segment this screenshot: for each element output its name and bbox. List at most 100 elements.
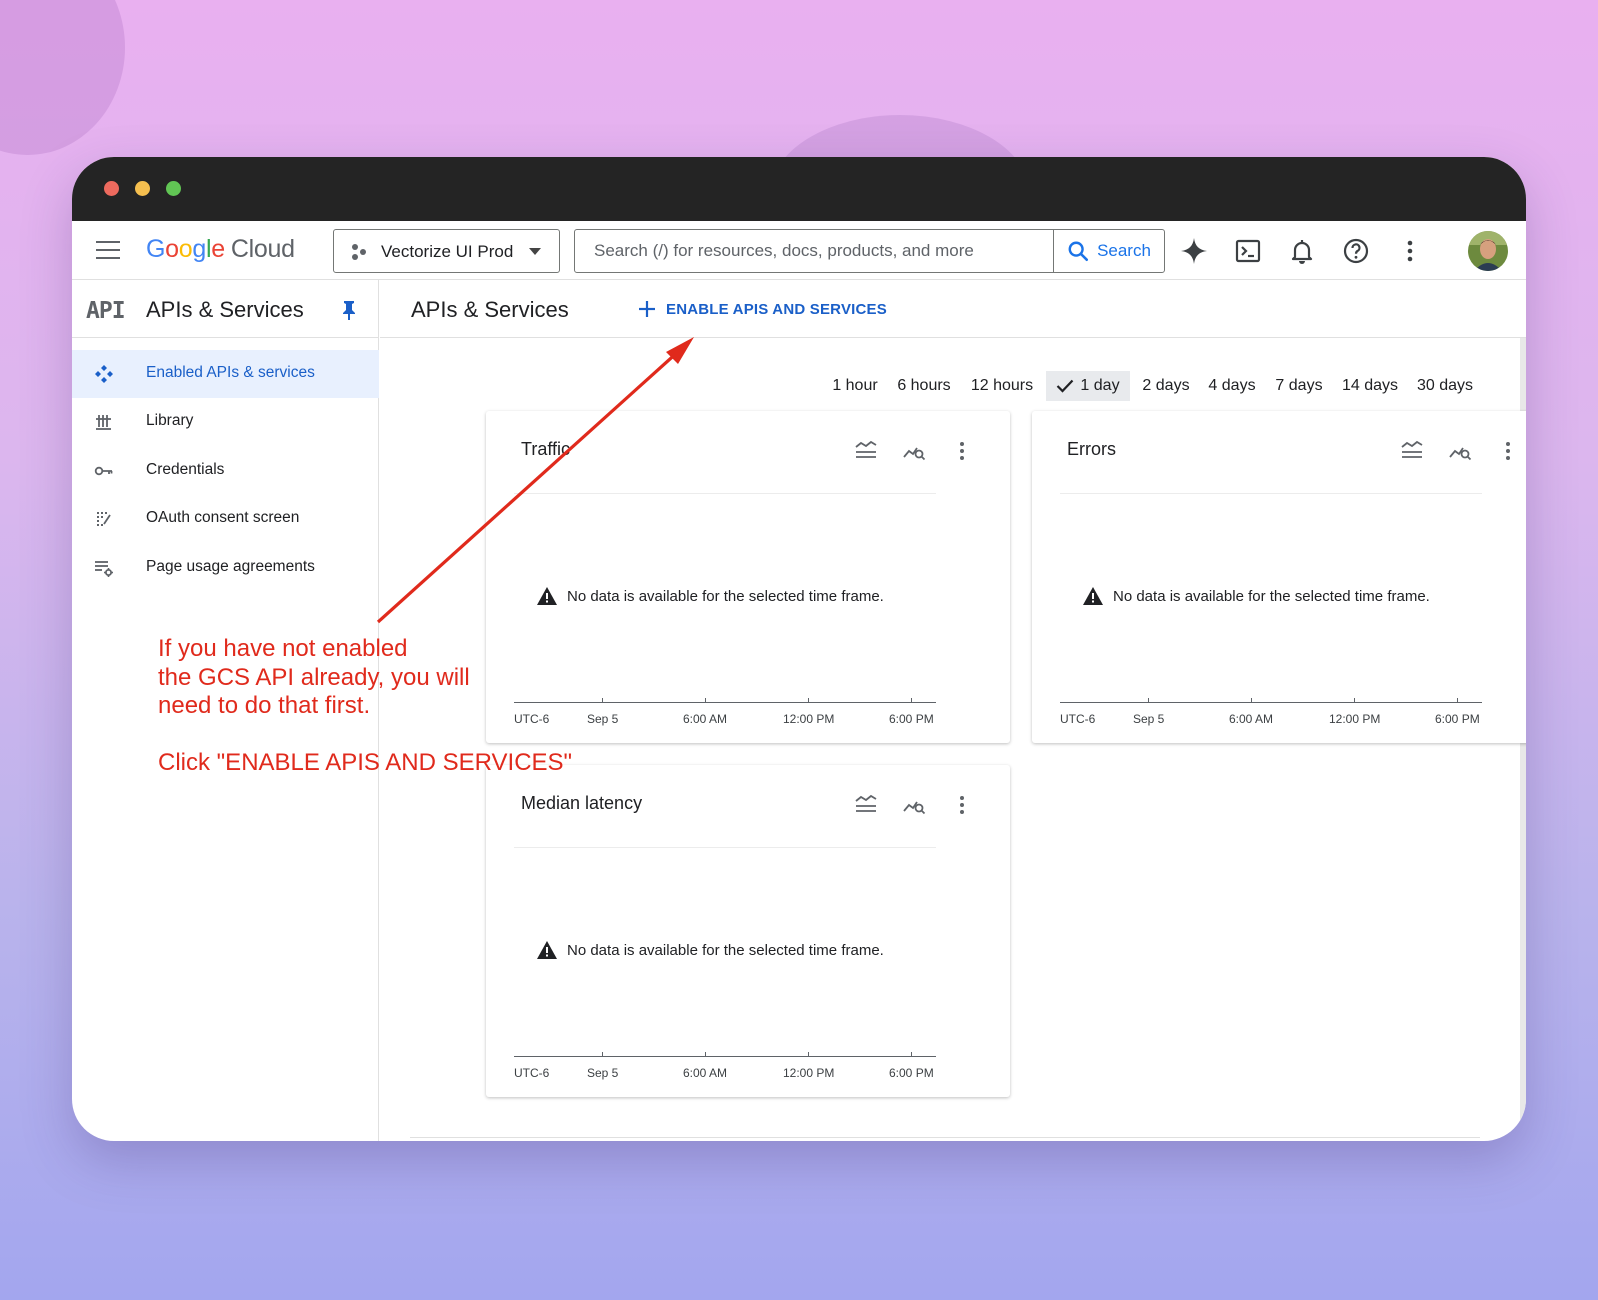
time-range-label: 12 hours: [970, 377, 1034, 394]
background-blob: [0, 0, 125, 155]
axis-tick: [1251, 698, 1252, 703]
sidebar-item-label: Library: [146, 412, 194, 429]
explore-chart-icon[interactable]: [902, 793, 926, 817]
axis-tick: [808, 698, 809, 703]
minimize-window-button[interactable]: [135, 181, 150, 196]
time-range-30-days[interactable]: 30 days: [1410, 371, 1480, 401]
library-icon: [96, 415, 111, 430]
sidebar-item-library[interactable]: Library: [72, 398, 379, 446]
search-button[interactable]: Search: [1053, 230, 1164, 272]
sidebar-item-credentials[interactable]: Credentials: [72, 447, 379, 495]
axis-tick: [1148, 698, 1149, 703]
api-logo-icon: API: [86, 298, 126, 324]
maximize-window-button[interactable]: [166, 181, 181, 196]
card-divider: [514, 847, 936, 848]
time-range-label: 14 days: [1341, 377, 1399, 394]
axis-tick: [602, 698, 603, 703]
time-range-14-days[interactable]: 14 days: [1335, 371, 1405, 401]
time-range-2-days[interactable]: 2 days: [1136, 371, 1196, 401]
no-data-text: No data is available for the selected ti…: [567, 587, 884, 605]
axis-label: 12:00 PM: [1329, 712, 1381, 726]
sidebar-item-label: OAuth consent screen: [146, 509, 300, 526]
sidebar-item-oauth-consent[interactable]: OAuth consent screen: [72, 495, 379, 543]
window-titlebar: [72, 157, 1526, 221]
axis-label: 6:00 AM: [683, 712, 728, 726]
search-input[interactable]: [575, 230, 1053, 272]
enabled-apis-icon: [95, 365, 113, 383]
annotation-callout: If you have not enabled the GCS API alre…: [158, 635, 572, 777]
axis-label: 6:00 AM: [683, 1066, 728, 1080]
gemini-sparkle-icon[interactable]: [1180, 237, 1208, 265]
search-button-label: Search: [1097, 241, 1151, 260]
chevron-down-icon: [529, 248, 541, 255]
time-range-6-hours[interactable]: 6 hours: [890, 371, 958, 401]
annotation-line: Click "ENABLE APIS AND SERVICES": [158, 748, 573, 776]
enable-apis-button[interactable]: ENABLE APIS AND SERVICES: [638, 300, 887, 318]
hamburger-menu-icon[interactable]: [96, 241, 120, 259]
legend-toggle-icon[interactable]: [1400, 439, 1424, 463]
pin-icon[interactable]: [341, 300, 357, 320]
no-data-message: No data is available for the selected ti…: [537, 587, 884, 605]
time-range-12-hours[interactable]: 12 hours: [964, 371, 1040, 401]
time-range-label: 4 days: [1208, 377, 1256, 394]
close-window-button[interactable]: [104, 181, 119, 196]
card-divider: [514, 493, 936, 494]
legend-toggle-icon[interactable]: [854, 793, 878, 817]
cloud-shell-icon[interactable]: [1234, 237, 1262, 265]
axis-tick: [705, 1052, 706, 1057]
axis-label: UTC-6: [514, 1066, 550, 1080]
axis-label: 12:00 PM: [783, 1066, 835, 1080]
no-data-text: No data is available for the selected ti…: [1113, 587, 1430, 605]
top-bar: Google Cloud Vectorize UI Prod Search: [72, 221, 1526, 280]
axis-label: 6:00 PM: [1435, 712, 1480, 726]
more-vert-icon[interactable]: [950, 793, 974, 817]
project-picker[interactable]: Vectorize UI Prod: [333, 229, 560, 273]
axis-tick: [705, 698, 706, 703]
key-icon: [94, 466, 113, 476]
warning-icon: [537, 587, 557, 605]
axis-label: 6:00 AM: [1229, 712, 1274, 726]
time-range-label: 6 hours: [897, 377, 951, 394]
sidebar-item-label: Page usage agreements: [146, 558, 315, 575]
legend-toggle-icon[interactable]: [854, 439, 878, 463]
axis-label: Sep 5: [1133, 712, 1165, 726]
no-data-message: No data is available for the selected ti…: [537, 941, 884, 959]
time-range-7-days[interactable]: 7 days: [1268, 371, 1330, 401]
google-cloud-logo[interactable]: Google Cloud: [146, 235, 295, 264]
sidebar-item-page-usage[interactable]: Page usage agreements: [72, 544, 379, 592]
axis-label: 12:00 PM: [783, 712, 835, 726]
project-icon: [352, 244, 366, 260]
time-range-1-hour[interactable]: 1 hour: [826, 371, 884, 401]
explore-chart-icon[interactable]: [902, 439, 926, 463]
time-range-label: 1 hour: [832, 377, 878, 394]
axis-tick: [911, 698, 912, 703]
axis-tick: [1354, 698, 1355, 703]
time-range-1-day[interactable]: 1 day: [1046, 371, 1130, 401]
more-vert-icon[interactable]: [1496, 439, 1520, 463]
no-data-message: No data is available for the selected ti…: [1083, 587, 1430, 605]
sidebar-item-enabled-apis[interactable]: Enabled APIs & services: [72, 350, 379, 398]
annotation-line: need to do that first.: [158, 692, 371, 719]
help-icon[interactable]: [1342, 237, 1370, 265]
x-axis: [514, 1056, 936, 1057]
search-icon: [1068, 241, 1089, 261]
axis-tick: [808, 1052, 809, 1057]
card-title: Traffic: [521, 439, 571, 459]
time-range-4-days[interactable]: 4 days: [1202, 371, 1262, 401]
time-range-label: 7 days: [1275, 377, 1323, 394]
more-vert-icon[interactable]: [1396, 237, 1424, 265]
sidebar-item-label: Credentials: [146, 461, 225, 478]
notifications-bell-icon[interactable]: [1288, 237, 1316, 265]
user-avatar[interactable]: [1468, 231, 1508, 271]
axis-label: Sep 5: [587, 1066, 619, 1080]
more-vert-icon[interactable]: [950, 439, 974, 463]
time-range-label: 30 days: [1416, 377, 1474, 394]
explore-chart-icon[interactable]: [1448, 439, 1472, 463]
sidebar-title: APIs & Services: [146, 297, 304, 322]
median-latency-chart-card: Median latency No data is available for …: [486, 765, 1010, 1097]
warning-icon: [537, 941, 557, 959]
x-axis: [514, 702, 936, 703]
settings-list-icon: [95, 561, 113, 577]
check-icon: [1057, 379, 1074, 393]
plus-icon: [639, 301, 655, 317]
